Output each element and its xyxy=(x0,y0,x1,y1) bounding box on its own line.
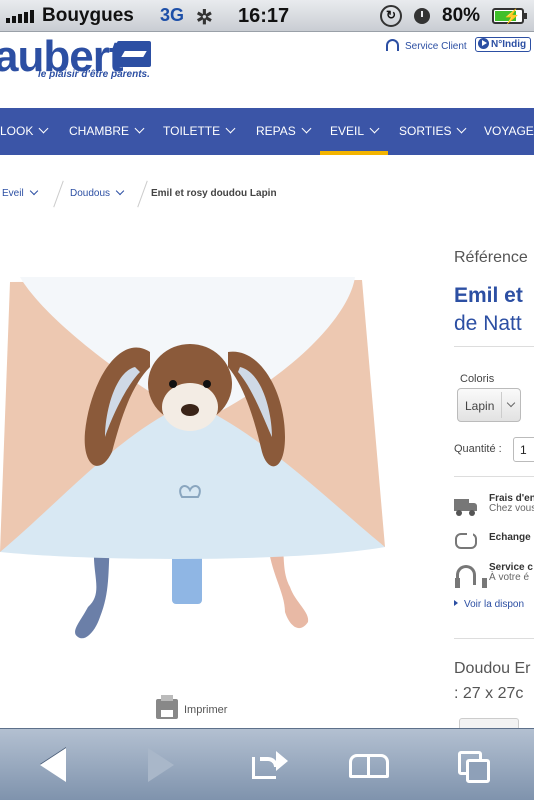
reference-label: Référence xyxy=(454,249,528,266)
product-title: Emil et xyxy=(454,284,523,307)
product-brand[interactable]: de Natt xyxy=(454,312,522,336)
activity-spinner-icon: ✲ xyxy=(196,7,213,29)
customer-service-info[interactable]: Service c À votre é xyxy=(454,562,534,590)
status-time: 16:17 xyxy=(238,5,290,27)
breadcrumb-separator xyxy=(137,180,148,208)
printer-icon xyxy=(156,695,178,719)
product-description-line: Doudou Er xyxy=(454,660,531,677)
breadcrumb-label: Doudous xyxy=(70,188,111,199)
nav-item-look[interactable]: LOOK xyxy=(0,108,49,155)
exchange-title: Echange xyxy=(489,532,531,543)
chevron-down-icon xyxy=(301,123,312,134)
nav-item-sorties[interactable]: SORTIES xyxy=(399,108,467,155)
alarm-clock-icon xyxy=(414,8,430,24)
service-client-link[interactable]: Service Client xyxy=(386,39,467,52)
battery-percentage: 80% xyxy=(442,5,481,26)
indigo-label: N°Indig xyxy=(491,39,527,50)
logo-tagline: le plaisir d'être parents. xyxy=(38,69,150,80)
nav-label: TOILETTE xyxy=(163,124,221,138)
chevron-down-icon xyxy=(29,186,38,196)
service-client-label: Service Client xyxy=(405,41,467,52)
product-image[interactable] xyxy=(0,272,385,642)
chevron-down-icon xyxy=(506,398,516,408)
nav-item-repas[interactable]: REPAS xyxy=(256,108,312,155)
truck-icon xyxy=(454,495,478,517)
breadcrumb-label: Eveil xyxy=(2,188,24,199)
main-nav: LOOK CHAMBRE TOILETTE REPAS EVEIL SORTIE… xyxy=(0,108,534,155)
color-select-value: Lapin xyxy=(465,399,495,413)
browser-toolbar xyxy=(0,728,534,800)
charging-bolt-icon: ⚡ xyxy=(503,8,521,24)
nav-item-voyages[interactable]: VOYAGES xyxy=(484,108,534,155)
quantity-input[interactable] xyxy=(513,437,534,462)
color-label: Coloris xyxy=(460,373,495,385)
share-icon[interactable] xyxy=(252,751,288,779)
select-separator xyxy=(501,392,502,418)
chevron-down-icon xyxy=(134,123,145,134)
forward-icon[interactable] xyxy=(148,748,174,782)
carrier-name: Bouygues xyxy=(42,5,134,26)
exchange-icon xyxy=(454,530,478,552)
shipping-subtitle: Chez vous xyxy=(489,503,534,514)
headset-icon xyxy=(454,564,487,588)
stock-link-label: Voir la dispon xyxy=(464,599,525,610)
nav-item-chambre[interactable]: CHAMBRE xyxy=(69,108,145,155)
chevron-down-icon xyxy=(38,123,49,134)
tabs-icon[interactable] xyxy=(458,751,492,783)
shipping-info[interactable]: Frais d'en Chez vous xyxy=(454,493,534,521)
divider xyxy=(454,476,534,477)
stock-availability-link[interactable]: Voir la dispon xyxy=(454,599,524,610)
indigo-number-badge[interactable]: N°Indig xyxy=(475,37,532,52)
chevron-down-icon xyxy=(225,123,236,134)
site-header: aubert le plaisir d'être parents. Servic… xyxy=(0,32,534,108)
nav-item-toilette[interactable]: TOILETTE xyxy=(163,108,236,155)
play-icon xyxy=(478,38,489,49)
rotation-lock-icon: ↻ xyxy=(380,5,402,27)
color-select[interactable]: Lapin xyxy=(457,388,521,422)
exchange-info[interactable]: Echange xyxy=(454,528,534,556)
nav-label: SORTIES xyxy=(399,124,452,138)
nav-label: CHAMBRE xyxy=(69,124,130,138)
network-type: 3G xyxy=(160,5,185,25)
bookmarks-icon[interactable] xyxy=(349,754,391,780)
chevron-down-icon xyxy=(115,186,125,196)
nav-label: VOYAGES xyxy=(484,124,534,138)
back-icon[interactable] xyxy=(40,748,66,782)
customer-service-subtitle: À votre é xyxy=(489,572,530,583)
headset-icon xyxy=(386,39,399,51)
print-label: Imprimer xyxy=(184,704,228,716)
chevron-down-icon xyxy=(457,123,467,134)
divider xyxy=(454,638,534,639)
signal-strength-icon xyxy=(6,9,36,23)
status-bar: Bouygues 3G ✲ 16:17 ↻ 80% ⚡ xyxy=(0,0,534,32)
nav-label: LOOK xyxy=(0,124,34,138)
divider xyxy=(454,346,534,347)
product-description-line: : 27 x 27c xyxy=(454,685,524,702)
breadcrumb: Eveil Doudous Emil et rosy doudou Lapin xyxy=(0,180,534,208)
quantity-label: Quantité : xyxy=(454,443,502,455)
breadcrumb-separator xyxy=(53,180,64,208)
nav-label: REPAS xyxy=(256,124,296,138)
breadcrumb-current: Emil et rosy doudou Lapin xyxy=(151,188,277,199)
print-button[interactable]: Imprimer xyxy=(156,695,228,719)
nav-item-eveil[interactable]: EVEIL xyxy=(319,108,389,155)
chevron-down-icon xyxy=(369,123,380,134)
arrow-right-icon xyxy=(454,600,458,606)
breadcrumb-eveil[interactable]: Eveil xyxy=(2,186,38,199)
nav-label: EVEIL xyxy=(330,124,365,138)
battery-icon: ⚡ xyxy=(492,8,527,24)
breadcrumb-doudous[interactable]: Doudous xyxy=(70,186,125,199)
partial-button[interactable] xyxy=(459,718,519,728)
logo-flag-icon xyxy=(117,41,151,67)
